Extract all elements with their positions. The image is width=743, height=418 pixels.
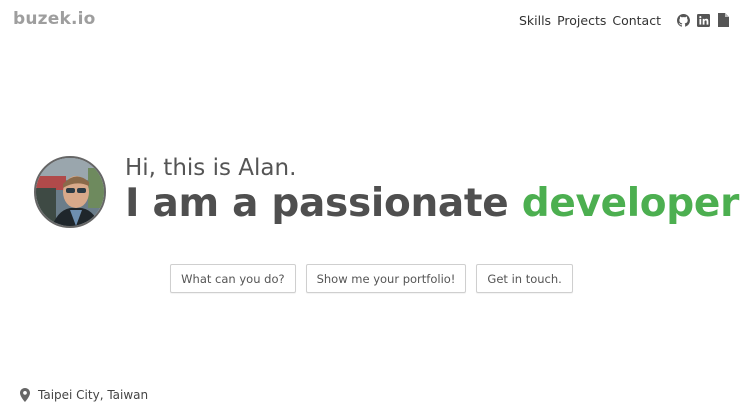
headline-accent: developer <box>521 181 740 226</box>
nav-link-contact[interactable]: Contact <box>612 13 661 28</box>
headline: I am a passionate developer <box>125 182 739 226</box>
headline-prefix: I am a passionate <box>125 181 509 226</box>
social-icons <box>676 13 730 27</box>
hero-text: Hi, this is Alan. I am a passionate deve… <box>125 155 739 226</box>
location-pin-icon <box>20 388 30 402</box>
location-text: Taipei City, Taiwan <box>38 388 149 402</box>
nav-link-skills[interactable]: Skills <box>519 13 551 28</box>
avatar <box>34 156 106 228</box>
page: buzek.io Skills Projects Contact Hi, thi… <box>0 0 743 418</box>
cta-buttons: What can you do? Show me your portfolio!… <box>0 264 743 293</box>
nav-link-projects[interactable]: Projects <box>557 13 606 28</box>
greeting: Hi, this is Alan. <box>125 155 297 181</box>
hero: Hi, this is Alan. I am a passionate deve… <box>34 155 739 228</box>
portfolio-button[interactable]: Show me your portfolio! <box>305 264 467 293</box>
what-can-you-do-button[interactable]: What can you do? <box>170 264 296 293</box>
document-icon[interactable] <box>716 13 730 27</box>
get-in-touch-button[interactable]: Get in touch. <box>476 264 573 293</box>
linkedin-icon[interactable] <box>696 13 710 27</box>
top-nav: Skills Projects Contact <box>519 10 730 30</box>
github-icon[interactable] <box>676 13 690 27</box>
site-logo[interactable]: buzek.io <box>13 9 96 29</box>
location: Taipei City, Taiwan <box>20 388 148 402</box>
